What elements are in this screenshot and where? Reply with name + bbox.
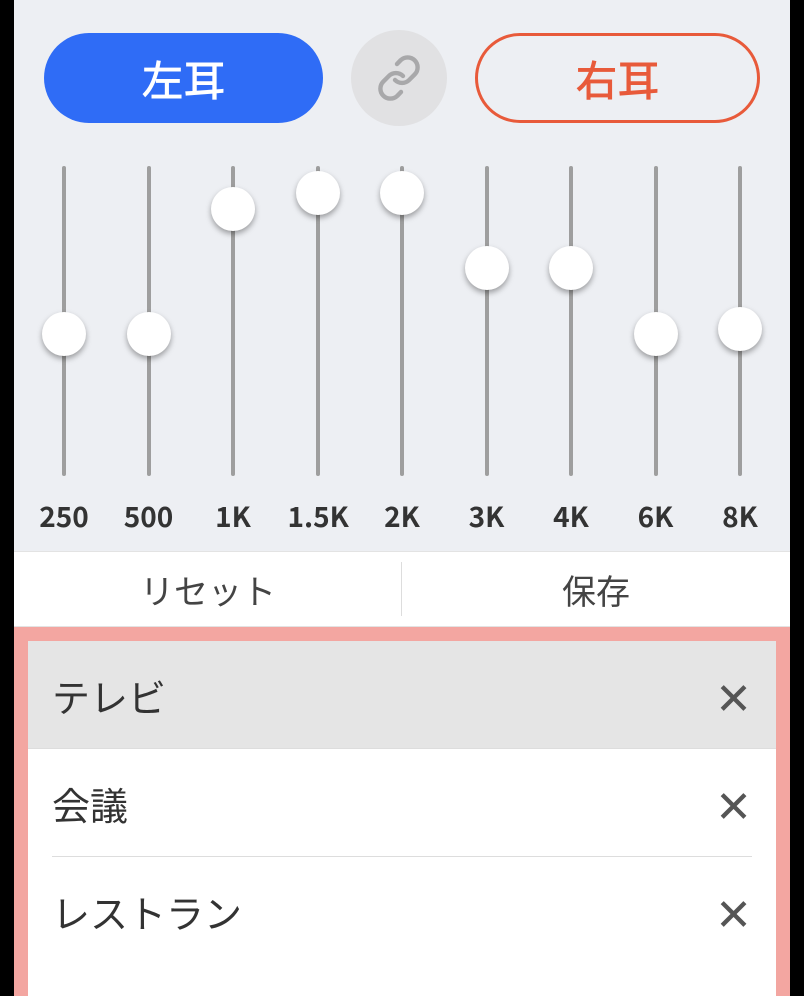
right-ear-label: 右耳 xyxy=(575,48,659,109)
freq-label: 1K xyxy=(203,496,263,536)
ear-selector-row: 左耳 右耳 xyxy=(14,0,790,136)
eq-knob[interactable] xyxy=(549,246,593,290)
eq-knob[interactable] xyxy=(211,187,255,231)
freq-label: 8K xyxy=(710,496,770,536)
freq-label: 3K xyxy=(457,496,517,536)
presets-panel: テレビ ✕ 会議 ✕ レストラン ✕ xyxy=(14,627,790,996)
freq-label: 250 xyxy=(34,496,94,536)
preset-name: テレビ xyxy=(52,668,166,723)
left-ear-label: 左耳 xyxy=(141,48,225,109)
left-ear-button[interactable]: 左耳 xyxy=(44,33,323,123)
eq-knob[interactable] xyxy=(296,171,340,215)
equalizer-labels: 250 500 1K 1.5K 2K 3K 4K 6K 8K xyxy=(34,476,770,536)
freq-label: 1.5K xyxy=(288,496,348,536)
eq-knob[interactable] xyxy=(127,312,171,356)
eq-knob[interactable] xyxy=(718,307,762,351)
right-ear-button[interactable]: 右耳 xyxy=(475,33,760,123)
preset-row-meeting[interactable]: 会議 ✕ xyxy=(28,749,776,857)
eq-slider-500[interactable] xyxy=(119,166,179,476)
save-button[interactable]: 保存 xyxy=(402,552,790,626)
equalizer-screen: 左耳 右耳 250 xyxy=(14,0,790,996)
equalizer-panel: 250 500 1K 1.5K 2K 3K 4K 6K 8K xyxy=(14,136,790,551)
eq-slider-3k[interactable] xyxy=(457,166,517,476)
eq-slider-8k[interactable] xyxy=(710,166,770,476)
eq-knob[interactable] xyxy=(380,171,424,215)
link-ears-toggle[interactable] xyxy=(351,30,447,126)
eq-knob[interactable] xyxy=(634,312,678,356)
action-bar: リセット 保存 xyxy=(14,551,790,627)
eq-slider-2k[interactable] xyxy=(372,166,432,476)
preset-row-restaurant[interactable]: レストラン ✕ xyxy=(28,857,776,965)
link-icon xyxy=(375,54,423,102)
eq-knob[interactable] xyxy=(42,312,86,356)
freq-label: 4K xyxy=(541,496,601,536)
equalizer-tracks xyxy=(34,166,770,476)
preset-row-television[interactable]: テレビ ✕ xyxy=(28,641,776,749)
close-icon[interactable]: ✕ xyxy=(715,781,752,825)
reset-button[interactable]: リセット xyxy=(14,552,402,626)
eq-slider-6k[interactable] xyxy=(626,166,686,476)
eq-knob[interactable] xyxy=(465,246,509,290)
reset-label: リセット xyxy=(140,565,276,614)
freq-label: 6K xyxy=(626,496,686,536)
eq-slider-1_5k[interactable] xyxy=(288,166,348,476)
preset-name: 会議 xyxy=(52,776,128,831)
freq-label: 2K xyxy=(372,496,432,536)
eq-slider-250[interactable] xyxy=(34,166,94,476)
eq-slider-1k[interactable] xyxy=(203,166,263,476)
preset-name: レストラン xyxy=(52,884,242,939)
close-icon[interactable]: ✕ xyxy=(715,889,752,933)
close-icon[interactable]: ✕ xyxy=(715,673,752,717)
eq-slider-4k[interactable] xyxy=(541,166,601,476)
save-label: 保存 xyxy=(562,565,630,614)
freq-label: 500 xyxy=(119,496,179,536)
